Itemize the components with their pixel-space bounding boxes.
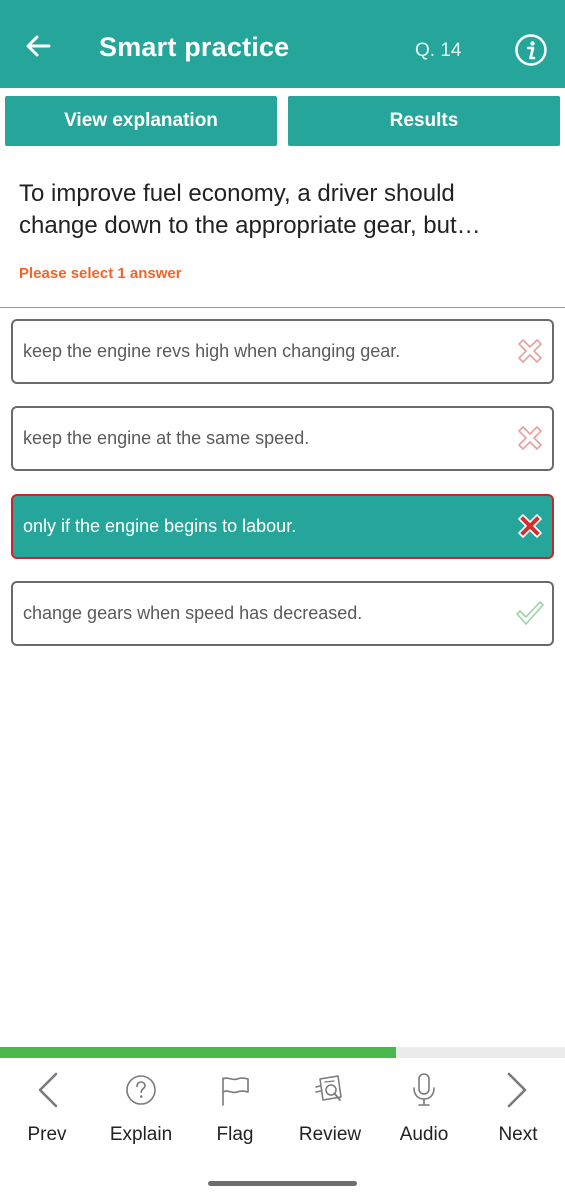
wrong-mark-icon bbox=[518, 426, 542, 450]
chevron-left-icon bbox=[38, 1072, 58, 1108]
answer-text: only if the engine begins to labour. bbox=[23, 516, 297, 536]
check-mark-icon bbox=[516, 601, 544, 625]
nav-label: Explain bbox=[109, 1124, 173, 1145]
answer-text: keep the engine at the same speed. bbox=[23, 428, 310, 448]
nav-label: Next bbox=[498, 1124, 538, 1145]
question-number: Q. 14 bbox=[415, 40, 462, 61]
info-icon bbox=[515, 34, 547, 66]
nav-flag-button[interactable]: Flag bbox=[190, 1070, 280, 1160]
nav-label: Prev bbox=[27, 1124, 67, 1145]
info-button[interactable] bbox=[514, 33, 548, 67]
question-text: To improve fuel economy, a driver should… bbox=[19, 180, 481, 239]
divider bbox=[0, 307, 565, 308]
answer-instruction: Please select 1 answer bbox=[19, 265, 182, 282]
review-icon bbox=[315, 1075, 342, 1101]
nav-review-button[interactable]: Review bbox=[285, 1070, 375, 1160]
answer-text: change gears when speed has decreased. bbox=[23, 603, 363, 623]
home-indicator[interactable] bbox=[208, 1181, 357, 1186]
nav-label: Flag bbox=[216, 1124, 254, 1145]
app-header: Smart practice Q. 14 bbox=[0, 0, 565, 88]
nav-explain-button[interactable]: Explain bbox=[96, 1070, 186, 1160]
wrong-mark-icon bbox=[518, 514, 542, 538]
page-title: Smart practice bbox=[99, 32, 290, 62]
wrong-mark-icon bbox=[518, 339, 542, 363]
nav-label: Audio bbox=[399, 1124, 449, 1145]
answer-option-2[interactable]: keep the engine at the same speed. bbox=[11, 406, 554, 471]
answer-option-1[interactable]: keep the engine revs high when changing … bbox=[11, 319, 554, 384]
progress-bar bbox=[0, 1047, 565, 1058]
nav-label: Review bbox=[298, 1124, 362, 1145]
progress-fill bbox=[0, 1047, 396, 1058]
question-circle-icon bbox=[126, 1075, 156, 1105]
back-button[interactable] bbox=[20, 28, 56, 64]
answer-option-3[interactable]: only if the engine begins to labour. bbox=[11, 494, 554, 559]
answer-option-4[interactable]: change gears when speed has decreased. bbox=[11, 581, 554, 646]
answer-text: keep the engine revs high when changing … bbox=[23, 341, 401, 361]
results-button[interactable]: Results bbox=[288, 96, 560, 146]
microphone-icon bbox=[413, 1073, 435, 1106]
chevron-right-icon bbox=[507, 1072, 527, 1108]
nav-audio-button[interactable]: Audio bbox=[379, 1070, 469, 1160]
arrow-left-icon bbox=[26, 35, 51, 57]
nav-prev-button[interactable]: Prev bbox=[2, 1070, 92, 1160]
view-explanation-button[interactable]: View explanation bbox=[5, 96, 277, 146]
nav-next-button[interactable]: Next bbox=[473, 1070, 563, 1160]
flag-icon bbox=[222, 1077, 249, 1106]
